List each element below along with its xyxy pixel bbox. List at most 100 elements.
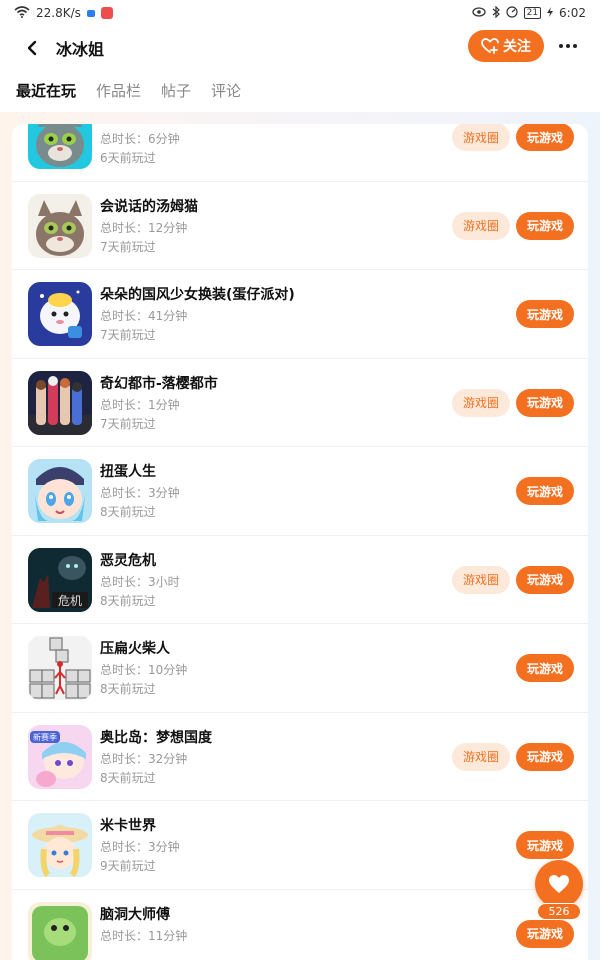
follow-button[interactable]: 关注 <box>468 30 544 62</box>
game-row[interactable]: 危机 恶灵危机总时长：3小时 8天前玩过 游戏圈 玩游戏 <box>12 536 588 624</box>
play-game-button[interactable]: 玩游戏 <box>516 211 574 240</box>
eggy-party-icon[interactable] <box>28 282 92 346</box>
follow-label: 关注 <box>503 39 531 55</box>
bluetooth-icon <box>492 5 500 21</box>
game-total-duration: 总时长：10分钟 <box>100 663 188 677</box>
game-name: 奥比岛：梦想国度 <box>100 729 212 746</box>
profile-tabs: 最近在玩 作品栏 帖子 评论 <box>0 72 600 112</box>
game-circle-button[interactable]: 游戏圈 <box>452 124 510 151</box>
game-total-duration: 总时长：3分钟 <box>100 486 180 500</box>
talking-tom-classic-icon[interactable] <box>28 193 92 258</box>
game-last-played: 8天前玩过 <box>100 770 156 785</box>
tab-recently-played[interactable]: 最近在玩 <box>16 80 76 101</box>
play-game-button[interactable]: 玩游戏 <box>516 477 574 505</box>
game-total-duration: 总时长：32分钟 <box>100 751 188 766</box>
evil-crisis-icon[interactable]: 危机 <box>28 547 92 612</box>
game-last-played: 7天前玩过 <box>100 328 156 342</box>
game-last-played: 8天前玩过 <box>100 682 156 696</box>
game-name: 我的汤姆猫 <box>100 124 170 127</box>
heart-plus-icon <box>481 38 499 54</box>
game-name: 脑洞大师傅 <box>100 906 170 923</box>
battery-indicator: 21 <box>523 7 542 19</box>
game-total-duration: 总时长：3小时 <box>100 574 180 589</box>
game-circle-button[interactable]: 游戏圈 <box>452 388 510 417</box>
game-row[interactable]: 新赛季 奥比岛：梦想国度 总时长：32分钟 8天前玩过 游戏圈 玩游戏 <box>12 713 588 801</box>
svg-text:新赛季: 新赛季 <box>33 732 57 742</box>
gacha-life-icon[interactable] <box>28 459 92 523</box>
page-title: 冰冰姐 <box>56 40 105 59</box>
play-game-button[interactable]: 玩游戏 <box>516 565 574 594</box>
dot-icon <box>559 44 563 48</box>
game-total-duration: 总时长：11分钟 <box>100 928 188 943</box>
play-game-button[interactable]: 玩游戏 <box>516 124 574 151</box>
clock: 6:02 <box>559 6 586 20</box>
game-row[interactable]: 压扁火柴人总时长：10分钟 8天前玩过 玩游戏 <box>12 624 588 713</box>
game-row[interactable]: 奇幻都市-落樱都市 总时长：1分钟 7天前玩过 游戏圈 玩游戏 <box>12 359 588 447</box>
game-name: 恶灵危机 <box>100 552 156 569</box>
game-name: 压扁火柴人 <box>100 641 170 657</box>
play-game-button[interactable]: 玩游戏 <box>516 654 574 682</box>
profile-header: 冰冰姐 关注 <box>0 26 600 70</box>
like-count: 526 <box>537 903 581 920</box>
game-last-played: 8天前玩过 <box>100 505 156 519</box>
tab-works[interactable]: 作品栏 <box>96 80 141 101</box>
brain-master-icon[interactable] <box>28 901 92 960</box>
eye-icon <box>471 6 486 20</box>
game-circle-button[interactable]: 游戏圈 <box>452 211 510 240</box>
like-button[interactable] <box>535 860 583 908</box>
stickman-icon[interactable] <box>28 636 92 700</box>
game-row[interactable]: 扭蛋人生总时长：3分钟 8天前玩过 玩游戏 <box>12 447 588 536</box>
game-row[interactable]: 脑洞大师傅总时长：11分钟 玩游戏 <box>12 890 588 960</box>
tab-posts[interactable]: 帖子 <box>161 80 191 101</box>
game-last-played: 6天前玩过 <box>100 151 156 165</box>
game-list: 我的汤姆猫总时长：6分钟6天前玩过游戏圈玩游戏会说话的汤姆猫总时长：12分钟7天… <box>12 124 588 960</box>
play-game-button[interactable]: 玩游戏 <box>516 388 574 417</box>
game-circle-button[interactable]: 游戏圈 <box>452 565 510 594</box>
more-options-button[interactable] <box>554 32 582 60</box>
speed-gauge-icon <box>505 5 518 21</box>
obi-island-icon[interactable]: 新赛季 <box>28 724 92 789</box>
fantasy-city-icon[interactable] <box>28 370 92 435</box>
play-game-button[interactable]: 玩游戏 <box>516 742 574 771</box>
game-last-played: 8天前玩过 <box>100 593 156 608</box>
game-row[interactable]: 我的汤姆猫总时长：6分钟 6天前玩过 游戏圈玩游戏 <box>12 124 588 182</box>
game-row[interactable]: 米卡世界总时长：3分钟 9天前玩过 玩游戏 <box>12 801 588 890</box>
notification-app-icon-2 <box>100 7 113 19</box>
game-name: 扭蛋人生 <box>100 464 156 480</box>
recent-games-card: 我的汤姆猫总时长：6分钟6天前玩过游戏圈玩游戏会说话的汤姆猫总时长：12分钟7天… <box>12 124 588 960</box>
status-left: 22.8K/s <box>14 5 113 21</box>
game-name: 米卡世界 <box>100 818 156 834</box>
game-circle-button[interactable]: 游戏圈 <box>452 742 510 771</box>
game-last-played: 7天前玩过 <box>100 416 156 431</box>
heart-icon <box>549 875 569 893</box>
game-name: 奇幻都市-落樱都市 <box>100 375 218 392</box>
svg-text:危机: 危机 <box>58 594 82 608</box>
wifi-icon <box>14 5 30 21</box>
game-name: 朵朵的国风少女换装(蛋仔派对) <box>100 287 295 303</box>
mika-world-icon[interactable] <box>28 813 92 877</box>
game-last-played: 9天前玩过 <box>100 859 156 873</box>
game-row[interactable]: 会说话的汤姆猫 总时长：12分钟 7天前玩过 游戏圈 玩游戏 <box>12 182 588 270</box>
status-right: 21 6:02 <box>471 5 586 21</box>
play-game-button[interactable]: 玩游戏 <box>516 831 574 859</box>
game-total-duration: 总时长：12分钟 <box>100 220 188 235</box>
charging-icon <box>547 6 554 20</box>
status-bar: 22.8K/s 21 6:02 <box>0 0 600 26</box>
notification-app-icon <box>86 9 95 17</box>
game-total-duration: 总时长：3分钟 <box>100 840 180 854</box>
network-speed: 22.8K/s <box>36 6 81 20</box>
dot-icon <box>573 44 577 48</box>
dot-icon <box>566 44 570 48</box>
game-total-duration: 总时长：6分钟 <box>100 132 180 146</box>
chevron-left-icon <box>27 40 37 56</box>
back-button[interactable] <box>18 34 46 62</box>
game-row[interactable]: 朵朵的国风少女换装(蛋仔派对) 总时长：41分钟 7天前玩过 玩游戏 <box>12 270 588 359</box>
talking-tom-icon[interactable] <box>28 124 92 169</box>
game-name: 会说话的汤姆猫 <box>100 198 198 215</box>
play-game-button[interactable]: 玩游戏 <box>516 919 574 948</box>
tab-comments[interactable]: 评论 <box>211 80 241 101</box>
game-last-played: 7天前玩过 <box>100 239 156 254</box>
play-game-button[interactable]: 玩游戏 <box>516 300 574 328</box>
game-total-duration: 总时长：1分钟 <box>100 397 180 412</box>
game-total-duration: 总时长：41分钟 <box>100 309 188 323</box>
